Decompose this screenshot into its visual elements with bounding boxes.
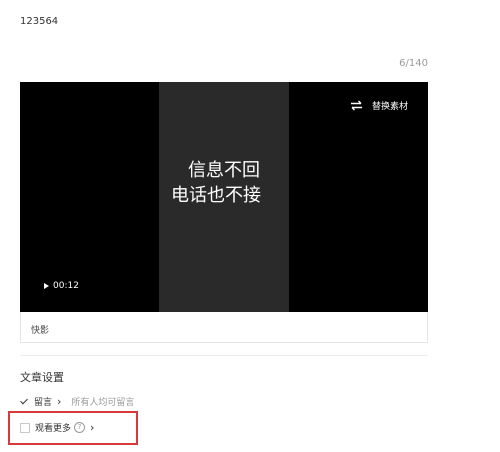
replace-material-button[interactable]: 替换素材 bbox=[350, 99, 408, 112]
comment-description: 所有人均可留言 bbox=[71, 398, 135, 408]
chevron-right-icon[interactable]: › bbox=[57, 396, 61, 407]
duration-text: 00:12 bbox=[53, 281, 79, 291]
caption-line-1: 信息不回 bbox=[188, 160, 260, 181]
post-title[interactable]: 123564 bbox=[20, 16, 58, 27]
video-preview[interactable]: 信息不回 电话也不接 替换素材 00:12 bbox=[20, 82, 428, 312]
highlight-box bbox=[8, 411, 138, 445]
section-divider bbox=[20, 355, 428, 356]
caption-line-2: 电话也不接 bbox=[171, 185, 261, 206]
play-icon bbox=[44, 283, 49, 289]
char-counter: 6/140 bbox=[399, 58, 428, 69]
comment-label: 留言 bbox=[34, 398, 53, 408]
comment-setting[interactable]: 留言 › 所有人均可留言 bbox=[20, 395, 134, 408]
comment-checkbox[interactable] bbox=[20, 397, 29, 406]
video-source: 快影 bbox=[20, 312, 428, 343]
replace-material-label: 替换素材 bbox=[371, 102, 408, 112]
swap-icon bbox=[350, 100, 362, 111]
video-source-label: 快影 bbox=[31, 326, 50, 336]
video-duration[interactable]: 00:12 bbox=[44, 281, 79, 291]
article-settings-title: 文章设置 bbox=[20, 371, 64, 384]
video-caption: 信息不回 电话也不接 bbox=[159, 158, 289, 208]
